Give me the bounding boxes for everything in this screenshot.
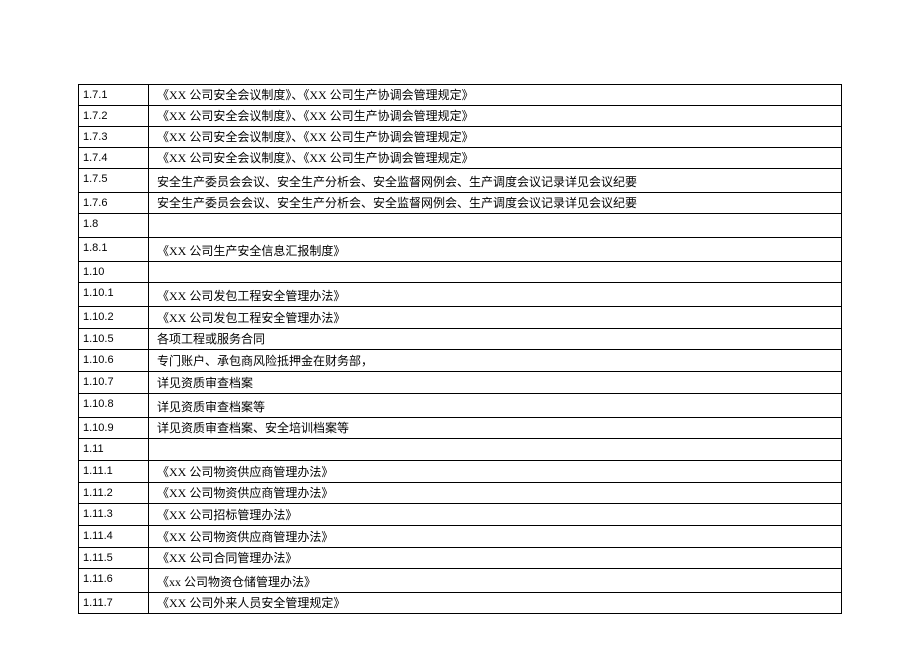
row-description: 《XX 公司安全会议制度》、《XX 公司生产协调会管理规定》 — [149, 148, 842, 169]
table-row: 1.11.4《XX 公司物资供应商管理办法》 — [79, 526, 842, 548]
row-number: 1.7.3 — [79, 127, 149, 148]
row-description: 《XX 公司发包工程安全管理办法》 — [149, 307, 842, 329]
row-description: 《xx 公司物资仓储管理办法》 — [149, 569, 842, 593]
row-number: 1.7.5 — [79, 169, 149, 193]
row-description — [149, 214, 842, 238]
row-number: 1.10.9 — [79, 418, 149, 439]
table-row: 1.7.4《XX 公司安全会议制度》、《XX 公司生产协调会管理规定》 — [79, 148, 842, 169]
row-description: 详见资质审查档案 — [149, 372, 842, 394]
table-row: 1.11.7《XX 公司外来人员安全管理规定》 — [79, 593, 842, 614]
row-number: 1.8 — [79, 214, 149, 238]
table-row: 1.10.7详见资质审查档案 — [79, 372, 842, 394]
table-row: 1.7.2《XX 公司安全会议制度》、《XX 公司生产协调会管理规定》 — [79, 106, 842, 127]
row-description: 《XX 公司安全会议制度》、《XX 公司生产协调会管理规定》 — [149, 85, 842, 106]
table-row: 1.11.1《XX 公司物资供应商管理办法》 — [79, 461, 842, 483]
row-description — [149, 439, 842, 461]
row-description: 详见资质审查档案等 — [149, 394, 842, 418]
row-description: 《XX 公司合同管理办法》 — [149, 548, 842, 569]
row-description — [149, 262, 842, 283]
table-row: 1.11.5《XX 公司合同管理办法》 — [79, 548, 842, 569]
row-description: 各项工程或服务合同 — [149, 329, 842, 350]
row-number: 1.11.1 — [79, 461, 149, 483]
row-number: 1.11.6 — [79, 569, 149, 593]
table-row: 1.11.2《XX 公司物资供应商管理办法》 — [79, 483, 842, 504]
table-row: 1.10.9详见资质审查档案、安全培训档案等 — [79, 418, 842, 439]
table-row: 1.7.6安全生产委员会会议、安全生产分析会、安全监督网例会、生产调度会议记录详… — [79, 193, 842, 214]
table-row: 1.8.1《XX 公司生产安全信息汇报制度》 — [79, 238, 842, 262]
row-description: 详见资质审查档案、安全培训档案等 — [149, 418, 842, 439]
row-description: 安全生产委员会会议、安全生产分析会、安全监督网例会、生产调度会议记录详见会议纪要 — [149, 193, 842, 214]
table-row: 1.7.1《XX 公司安全会议制度》、《XX 公司生产协调会管理规定》 — [79, 85, 842, 106]
row-description: 《XX 公司安全会议制度》、《XX 公司生产协调会管理规定》 — [149, 127, 842, 148]
row-number: 1.10.7 — [79, 372, 149, 394]
table-body: 1.7.1《XX 公司安全会议制度》、《XX 公司生产协调会管理规定》1.7.2… — [79, 85, 842, 614]
row-number: 1.7.4 — [79, 148, 149, 169]
table-row: 1.7.3《XX 公司安全会议制度》、《XX 公司生产协调会管理规定》 — [79, 127, 842, 148]
row-number: 1.10.5 — [79, 329, 149, 350]
table-row: 1.8 — [79, 214, 842, 238]
row-number: 1.7.2 — [79, 106, 149, 127]
row-description: 《XX 公司招标管理办法》 — [149, 504, 842, 526]
row-number: 1.11.3 — [79, 504, 149, 526]
document-table: 1.7.1《XX 公司安全会议制度》、《XX 公司生产协调会管理规定》1.7.2… — [78, 84, 842, 614]
table-row: 1.10.8详见资质审查档案等 — [79, 394, 842, 418]
table-row: 1.10.5各项工程或服务合同 — [79, 329, 842, 350]
table-row: 1.11.6《xx 公司物资仓储管理办法》 — [79, 569, 842, 593]
row-number: 1.11.4 — [79, 526, 149, 548]
row-number: 1.11.5 — [79, 548, 149, 569]
table-row: 1.11.3《XX 公司招标管理办法》 — [79, 504, 842, 526]
table-row: 1.11 — [79, 439, 842, 461]
table-row: 1.10 — [79, 262, 842, 283]
row-description: 安全生产委员会会议、安全生产分析会、安全监督网例会、生产调度会议记录详见会议纪要 — [149, 169, 842, 193]
row-description: 《XX 公司外来人员安全管理规定》 — [149, 593, 842, 614]
row-number: 1.11.7 — [79, 593, 149, 614]
row-description: 专门账户、承包商风险抵押金在财务部， — [149, 350, 842, 372]
row-number: 1.10.8 — [79, 394, 149, 418]
row-description: 《XX 公司物资供应商管理办法》 — [149, 526, 842, 548]
row-description: 《XX 公司发包工程安全管理办法》 — [149, 283, 842, 307]
row-number: 1.7.6 — [79, 193, 149, 214]
table-row: 1.10.1《XX 公司发包工程安全管理办法》 — [79, 283, 842, 307]
table-row: 1.10.6专门账户、承包商风险抵押金在财务部， — [79, 350, 842, 372]
table-row: 1.10.2《XX 公司发包工程安全管理办法》 — [79, 307, 842, 329]
row-description: 《XX 公司物资供应商管理办法》 — [149, 461, 842, 483]
row-number: 1.11 — [79, 439, 149, 461]
row-description: 《XX 公司安全会议制度》、《XX 公司生产协调会管理规定》 — [149, 106, 842, 127]
row-number: 1.8.1 — [79, 238, 149, 262]
row-number: 1.10.1 — [79, 283, 149, 307]
row-description: 《XX 公司生产安全信息汇报制度》 — [149, 238, 842, 262]
row-number: 1.10 — [79, 262, 149, 283]
row-number: 1.10.2 — [79, 307, 149, 329]
row-number: 1.11.2 — [79, 483, 149, 504]
row-number: 1.7.1 — [79, 85, 149, 106]
row-description: 《XX 公司物资供应商管理办法》 — [149, 483, 842, 504]
table-row: 1.7.5安全生产委员会会议、安全生产分析会、安全监督网例会、生产调度会议记录详… — [79, 169, 842, 193]
row-number: 1.10.6 — [79, 350, 149, 372]
